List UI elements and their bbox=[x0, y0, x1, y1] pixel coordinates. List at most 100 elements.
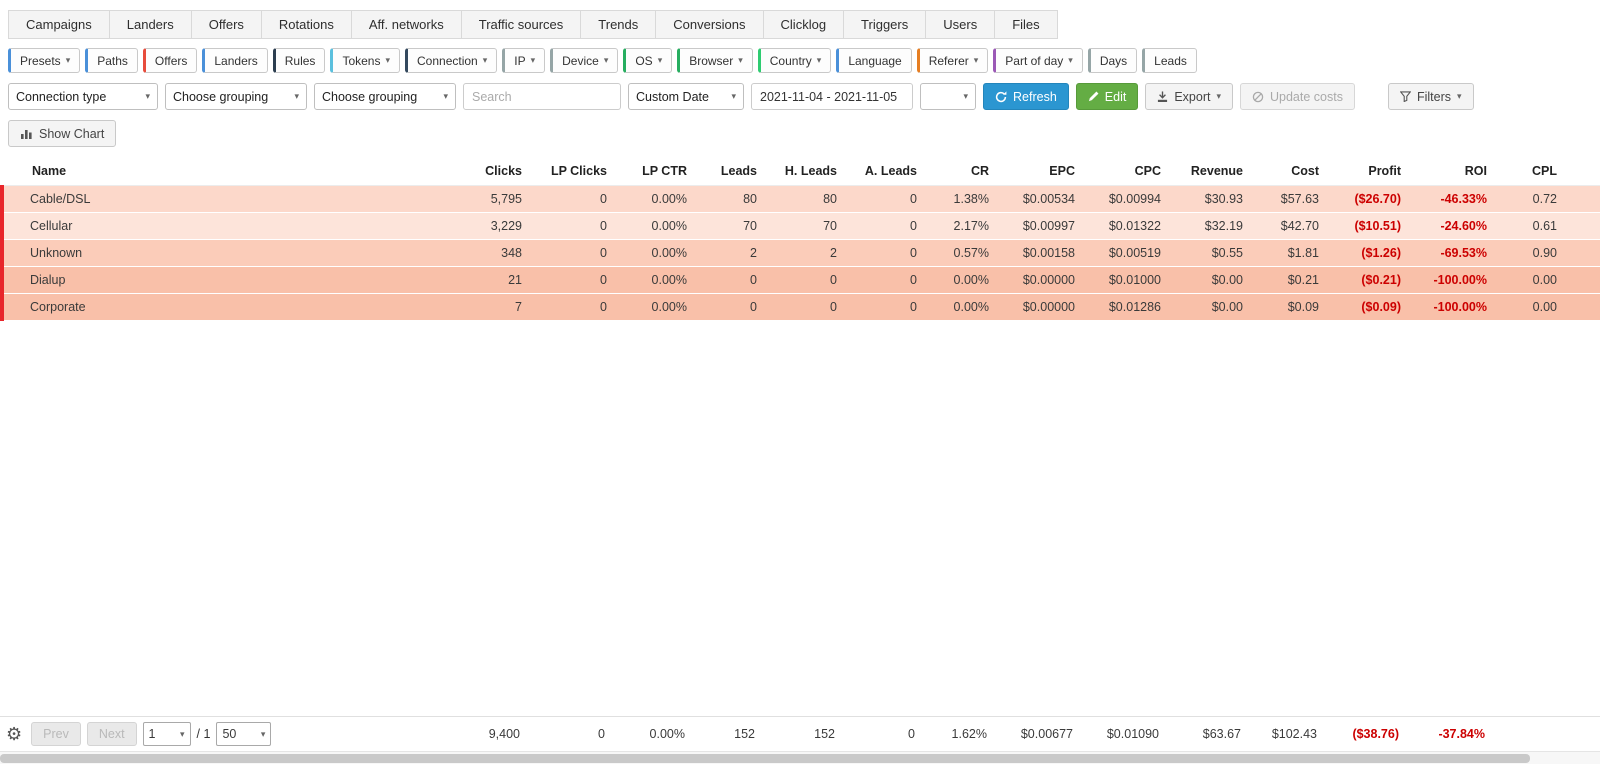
filter-button-os[interactable]: OS ▾ bbox=[623, 48, 673, 73]
column-header-cost[interactable]: Cost bbox=[1253, 157, 1329, 186]
filter-button-ip[interactable]: IP ▾ bbox=[502, 48, 546, 73]
filter-button-tokens[interactable]: Tokens ▾ bbox=[330, 48, 400, 73]
column-header-h-leads[interactable]: H. Leads bbox=[767, 157, 847, 186]
column-header-profit[interactable]: Profit bbox=[1329, 157, 1411, 186]
show-chart-button[interactable]: Show Chart bbox=[8, 120, 117, 147]
filter-button-days[interactable]: Days bbox=[1087, 48, 1138, 73]
filter-button-referer[interactable]: Referer ▾ bbox=[916, 48, 989, 73]
filter-button-language[interactable]: Language bbox=[836, 48, 912, 73]
tab-trends[interactable]: Trends bbox=[580, 10, 657, 39]
edit-button[interactable]: Edit bbox=[1075, 83, 1139, 110]
cell-name: Unknown bbox=[0, 239, 457, 267]
grouping-select-2-value: Choose grouping bbox=[322, 89, 418, 104]
date-range-input[interactable] bbox=[751, 83, 913, 110]
filter-button-label: Landers bbox=[214, 53, 258, 68]
horizontal-scrollbar bbox=[0, 751, 1600, 764]
filter-button-browser[interactable]: Browser ▾ bbox=[677, 48, 753, 73]
column-header-name[interactable]: Name bbox=[2, 157, 457, 186]
grouping-select-1[interactable]: Choose grouping ▾ bbox=[165, 83, 307, 110]
pagination-cell: ⚙ Prev Next 1 ▾ / 1 50 ▾ bbox=[0, 717, 455, 752]
cell-clicks: 7 bbox=[457, 293, 532, 321]
column-header-epc[interactable]: EPC bbox=[999, 157, 1085, 186]
cell-lp-clicks: 0 bbox=[532, 212, 617, 240]
column-header-a-leads[interactable]: A. Leads bbox=[847, 157, 927, 186]
column-header-lp-ctr[interactable]: LP CTR bbox=[617, 157, 697, 186]
filter-button-label: Presets bbox=[20, 53, 61, 68]
tab-offers[interactable]: Offers bbox=[190, 10, 262, 39]
column-header-lp-clicks[interactable]: LP Clicks bbox=[532, 157, 617, 186]
cell-lp-clicks: 0 bbox=[532, 293, 617, 321]
column-header-cr[interactable]: CR bbox=[927, 157, 999, 186]
cell-cpc: $0.00519 bbox=[1085, 239, 1171, 267]
gear-icon[interactable]: ⚙ bbox=[6, 725, 22, 743]
filter-button-rules[interactable]: Rules bbox=[272, 48, 326, 73]
totals-row: ⚙ Prev Next 1 ▾ / 1 50 ▾ 9,400 0 0.00% 152 1… bbox=[0, 717, 1600, 752]
tab-campaigns[interactable]: Campaigns bbox=[8, 10, 110, 39]
horizontal-scrollbar-thumb[interactable] bbox=[0, 754, 1530, 763]
filter-button-country[interactable]: Country ▾ bbox=[757, 48, 832, 73]
prev-page-button[interactable]: Prev bbox=[31, 722, 81, 746]
cell-cr: 1.38% bbox=[927, 185, 999, 213]
tab-traffic-sources[interactable]: Traffic sources bbox=[460, 10, 582, 39]
column-header-clicks[interactable]: Clicks bbox=[457, 157, 532, 186]
filter-button-connection[interactable]: Connection ▾ bbox=[405, 48, 498, 73]
report-type-select-value: Connection type bbox=[16, 89, 107, 104]
tab-files[interactable]: Files bbox=[994, 10, 1058, 39]
cell-leads: 80 bbox=[697, 185, 767, 213]
cell-a-leads: 0 bbox=[847, 293, 927, 321]
per-page-select[interactable]: 50 ▾ bbox=[216, 722, 272, 746]
filter-button-leads[interactable]: Leads bbox=[1142, 48, 1197, 73]
chevron-down-icon: ▾ bbox=[1216, 91, 1221, 101]
filter-button-row: Presets ▾ Paths Offers Landers Rules Tokens ▾ Co… bbox=[8, 48, 1592, 73]
column-header-cpc[interactable]: CPC bbox=[1085, 157, 1171, 186]
chevron-down-icon: ▾ bbox=[973, 55, 979, 65]
table-row[interactable]: Corporate 7 0 0.00% 0 0 0 0.00% $0.00000 $0.01286… bbox=[0, 293, 1600, 321]
cell-cost: $1.81 bbox=[1253, 239, 1329, 267]
tab-clicklog[interactable]: Clicklog bbox=[762, 10, 845, 39]
export-button[interactable]: Export ▾ bbox=[1145, 83, 1233, 110]
search-input[interactable] bbox=[463, 83, 621, 110]
column-header-revenue[interactable]: Revenue bbox=[1171, 157, 1253, 186]
tab-aff-networks[interactable]: Aff. networks bbox=[350, 10, 462, 39]
column-header-roi[interactable]: ROI bbox=[1411, 157, 1497, 186]
total-revenue: $63.67 bbox=[1202, 727, 1241, 741]
cell-leads: 70 bbox=[697, 212, 767, 240]
table-row[interactable]: Dialup 21 0 0.00% 0 0 0 0.00% $0.00000 $0.01000 $0… bbox=[0, 266, 1600, 294]
chevron-down-icon: ▾ bbox=[482, 55, 488, 65]
cell-profit: ($1.26) bbox=[1329, 239, 1411, 267]
report-type-select[interactable]: Connection type ▾ bbox=[8, 83, 158, 110]
chevron-down-icon: ▾ bbox=[260, 728, 266, 739]
next-page-button[interactable]: Next bbox=[86, 722, 137, 746]
filter-button-landers[interactable]: Landers bbox=[202, 48, 268, 73]
filter-button-presets[interactable]: Presets ▾ bbox=[8, 48, 81, 73]
filter-button-part-of-day[interactable]: Part of day ▾ bbox=[993, 48, 1083, 73]
chevron-down-icon: ▾ bbox=[180, 728, 185, 739]
tab-triggers[interactable]: Triggers bbox=[843, 10, 927, 39]
filter-button-offers[interactable]: Offers bbox=[142, 48, 198, 73]
timezone-select[interactable]: ▾ bbox=[920, 83, 976, 110]
page-select[interactable]: 1 ▾ bbox=[142, 722, 191, 746]
table-row[interactable]: Cable/DSL 5,795 0 0.00% 80 80 0 1.38% $0.00534 $0… bbox=[0, 185, 1600, 213]
tab-users[interactable]: Users bbox=[925, 10, 996, 39]
chevron-down-icon: ▾ bbox=[816, 55, 822, 65]
filters-button[interactable]: Filters ▾ bbox=[1387, 83, 1474, 110]
filter-button-device[interactable]: Device ▾ bbox=[550, 48, 619, 73]
cell-cr: 2.17% bbox=[927, 212, 999, 240]
refresh-button[interactable]: Refresh bbox=[983, 83, 1069, 110]
filter-button-paths[interactable]: Paths bbox=[85, 48, 138, 73]
update-costs-button[interactable]: Update costs bbox=[1240, 83, 1355, 110]
cell-clicks: 5,795 bbox=[457, 185, 532, 213]
filter-button-label: Offers bbox=[154, 53, 188, 68]
total-clicks: 9,400 bbox=[488, 727, 520, 741]
filter-button-label: Part of day bbox=[1005, 53, 1064, 68]
date-mode-select[interactable]: Custom Date ▾ bbox=[628, 83, 744, 110]
column-header-leads[interactable]: Leads bbox=[697, 157, 767, 186]
tab-rotations[interactable]: Rotations bbox=[260, 10, 352, 39]
column-header-cpl[interactable]: CPL bbox=[1497, 157, 1600, 186]
tab-landers[interactable]: Landers bbox=[108, 10, 192, 39]
cell-revenue: $0.00 bbox=[1171, 266, 1253, 294]
grouping-select-2[interactable]: Choose grouping ▾ bbox=[314, 83, 456, 110]
table-row[interactable]: Unknown 348 0 0.00% 2 2 0 0.57% $0.00158 $0.00519… bbox=[0, 239, 1600, 267]
tab-conversions[interactable]: Conversions bbox=[655, 10, 764, 39]
table-row[interactable]: Cellular 3,229 0 0.00% 70 70 0 2.17% $0.00997 $0.… bbox=[0, 212, 1600, 240]
